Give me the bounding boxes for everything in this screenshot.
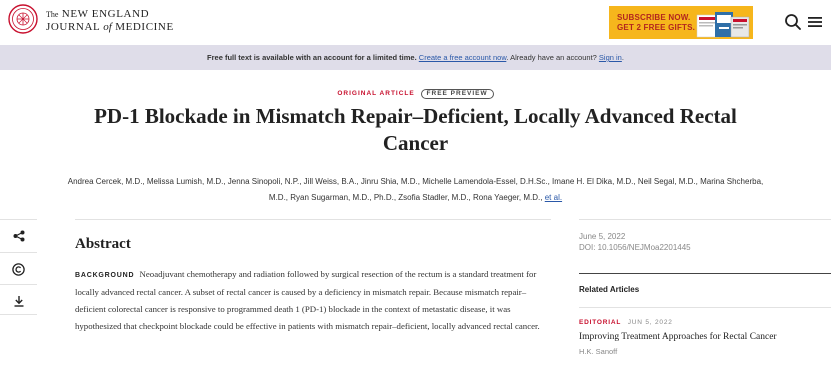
promo-line-1: SUBSCRIBE NOW. xyxy=(617,13,691,22)
subscribe-promo-banner[interactable]: SUBSCRIBE NOW. GET 2 FREE GIFTS. → xyxy=(609,6,753,39)
article-type-text: ORIGINAL ARTICLE xyxy=(337,90,415,97)
background-label: BACKGROUND xyxy=(75,272,135,279)
hamburger-menu-icon[interactable] xyxy=(807,14,823,30)
related-item-date: JUN 5, 2022 xyxy=(627,319,673,326)
gift-books-image xyxy=(696,12,750,38)
authors-text: Andrea Cercek, M.D., Melissa Lumish, M.D… xyxy=(67,177,764,202)
et-al-link[interactable]: et al. xyxy=(545,193,562,202)
free-preview-badge: FREE PREVIEW xyxy=(420,89,494,99)
related-item-author: H.K. Sanoff xyxy=(579,347,618,356)
search-icon[interactable] xyxy=(783,12,803,32)
related-articles-heading: Related Articles xyxy=(579,285,640,294)
notice-lead-text: Free full text is available with an acco… xyxy=(207,53,417,62)
background-text: Neoadjuvant chemotherapy and radiation f… xyxy=(75,269,540,331)
logo-journal: JOURNAL xyxy=(46,21,100,33)
abstract-heading: Abstract xyxy=(75,236,131,252)
sidebar-section-divider xyxy=(579,273,831,274)
download-icon xyxy=(14,296,23,307)
article-title: PD-1 Blockade in Mismatch Repair–Deficie… xyxy=(94,104,737,155)
notice-end-text: . xyxy=(621,53,624,62)
logo-medicine: MEDICINE xyxy=(115,21,174,33)
logo-new-england: NEW ENGLAND xyxy=(61,8,150,20)
free-access-notice-bar: Free full text is available with an acco… xyxy=(0,45,831,70)
publication-date: June 5, 2022 xyxy=(579,232,626,241)
article-type-label: ORIGINAL ARTICLE FREE PREVIEW xyxy=(0,89,831,99)
download-button[interactable] xyxy=(0,285,37,317)
copyright-icon xyxy=(12,262,25,276)
sign-in-link[interactable]: Sign in xyxy=(599,53,622,62)
journal-wordmark[interactable]: The NEW ENGLAND JOURNAL of MEDICINE xyxy=(46,8,174,34)
sidebar-top-divider xyxy=(579,219,831,220)
author-list: Andrea Cercek, M.D., Melissa Lumish, M.D… xyxy=(60,174,771,206)
related-divider xyxy=(579,307,831,308)
abstract-background-paragraph: BACKGROUND Neoadjuvant chemotherapy and … xyxy=(75,266,553,335)
abstract-top-divider xyxy=(75,219,551,220)
doi-text: DOI: 10.1056/NEJMoa2201445 xyxy=(579,243,691,252)
article-tools-rail xyxy=(0,219,37,315)
share-icon xyxy=(13,230,24,242)
related-item-meta: EDITORIAL JUN 5, 2022 xyxy=(579,319,673,326)
related-item-title-link[interactable]: Improving Treatment Approaches for Recta… xyxy=(579,332,777,342)
logo-the: The xyxy=(46,10,59,19)
notice-middle-text: . Already have an account? xyxy=(506,53,597,62)
related-item-kind: EDITORIAL xyxy=(579,319,622,326)
share-button[interactable] xyxy=(0,220,37,252)
logo-of: of xyxy=(103,21,112,33)
site-header: The NEW ENGLAND JOURNAL of MEDICINE SUBS… xyxy=(0,0,831,45)
promo-line-2: GET 2 FREE GIFTS. → xyxy=(617,23,706,32)
create-account-link[interactable]: Create a free account now xyxy=(419,53,507,62)
nejm-seal-logo[interactable] xyxy=(8,4,38,34)
permissions-button[interactable] xyxy=(0,253,37,285)
